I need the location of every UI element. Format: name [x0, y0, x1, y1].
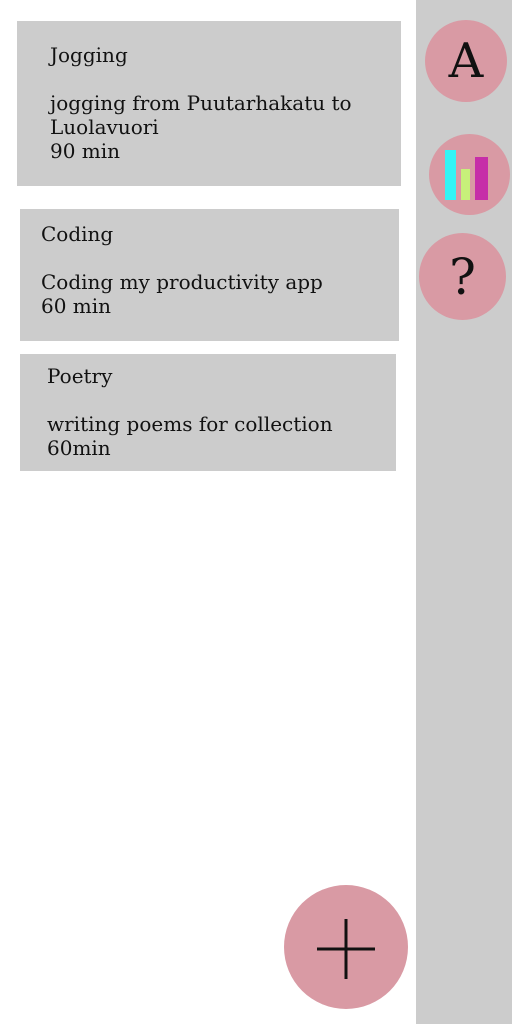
- activity-duration: 60 min: [41, 294, 112, 318]
- activity-card-coding[interactable]: Coding Coding my productivity app 60 min: [20, 209, 399, 341]
- activity-title: Poetry: [47, 364, 113, 388]
- help-icon: ?: [449, 247, 476, 306]
- activity-card-jogging[interactable]: Jogging jogging from Puutarhakatu to Luo…: [17, 21, 401, 186]
- font-button[interactable]: A: [425, 20, 507, 102]
- activity-title: Jogging: [50, 43, 128, 67]
- sidebar: A ?: [416, 0, 512, 1024]
- activity-description: Coding my productivity app: [41, 270, 323, 294]
- bar-chart-bar-magenta: [475, 157, 488, 200]
- activity-description: jogging from Puutarhakatu to Luolavuori: [50, 91, 352, 139]
- bar-chart-bar-lime: [461, 169, 470, 200]
- activity-description: writing poems for collection: [47, 412, 333, 436]
- activity-duration: 60min: [47, 436, 111, 460]
- bar-chart-icon: [445, 150, 488, 200]
- help-button[interactable]: ?: [419, 233, 506, 320]
- activity-title: Coding: [41, 222, 114, 246]
- bar-chart-bar-cyan: [445, 150, 456, 200]
- activity-duration: 90 min: [50, 139, 121, 163]
- activity-card-poetry[interactable]: Poetry writing poems for collection 60mi…: [20, 354, 396, 471]
- font-icon: A: [448, 33, 484, 89]
- add-activity-button[interactable]: [284, 885, 408, 1009]
- app-root: Jogging jogging from Puutarhakatu to Luo…: [0, 0, 512, 1024]
- statistics-button[interactable]: [429, 134, 510, 215]
- plus-icon: [317, 919, 375, 979]
